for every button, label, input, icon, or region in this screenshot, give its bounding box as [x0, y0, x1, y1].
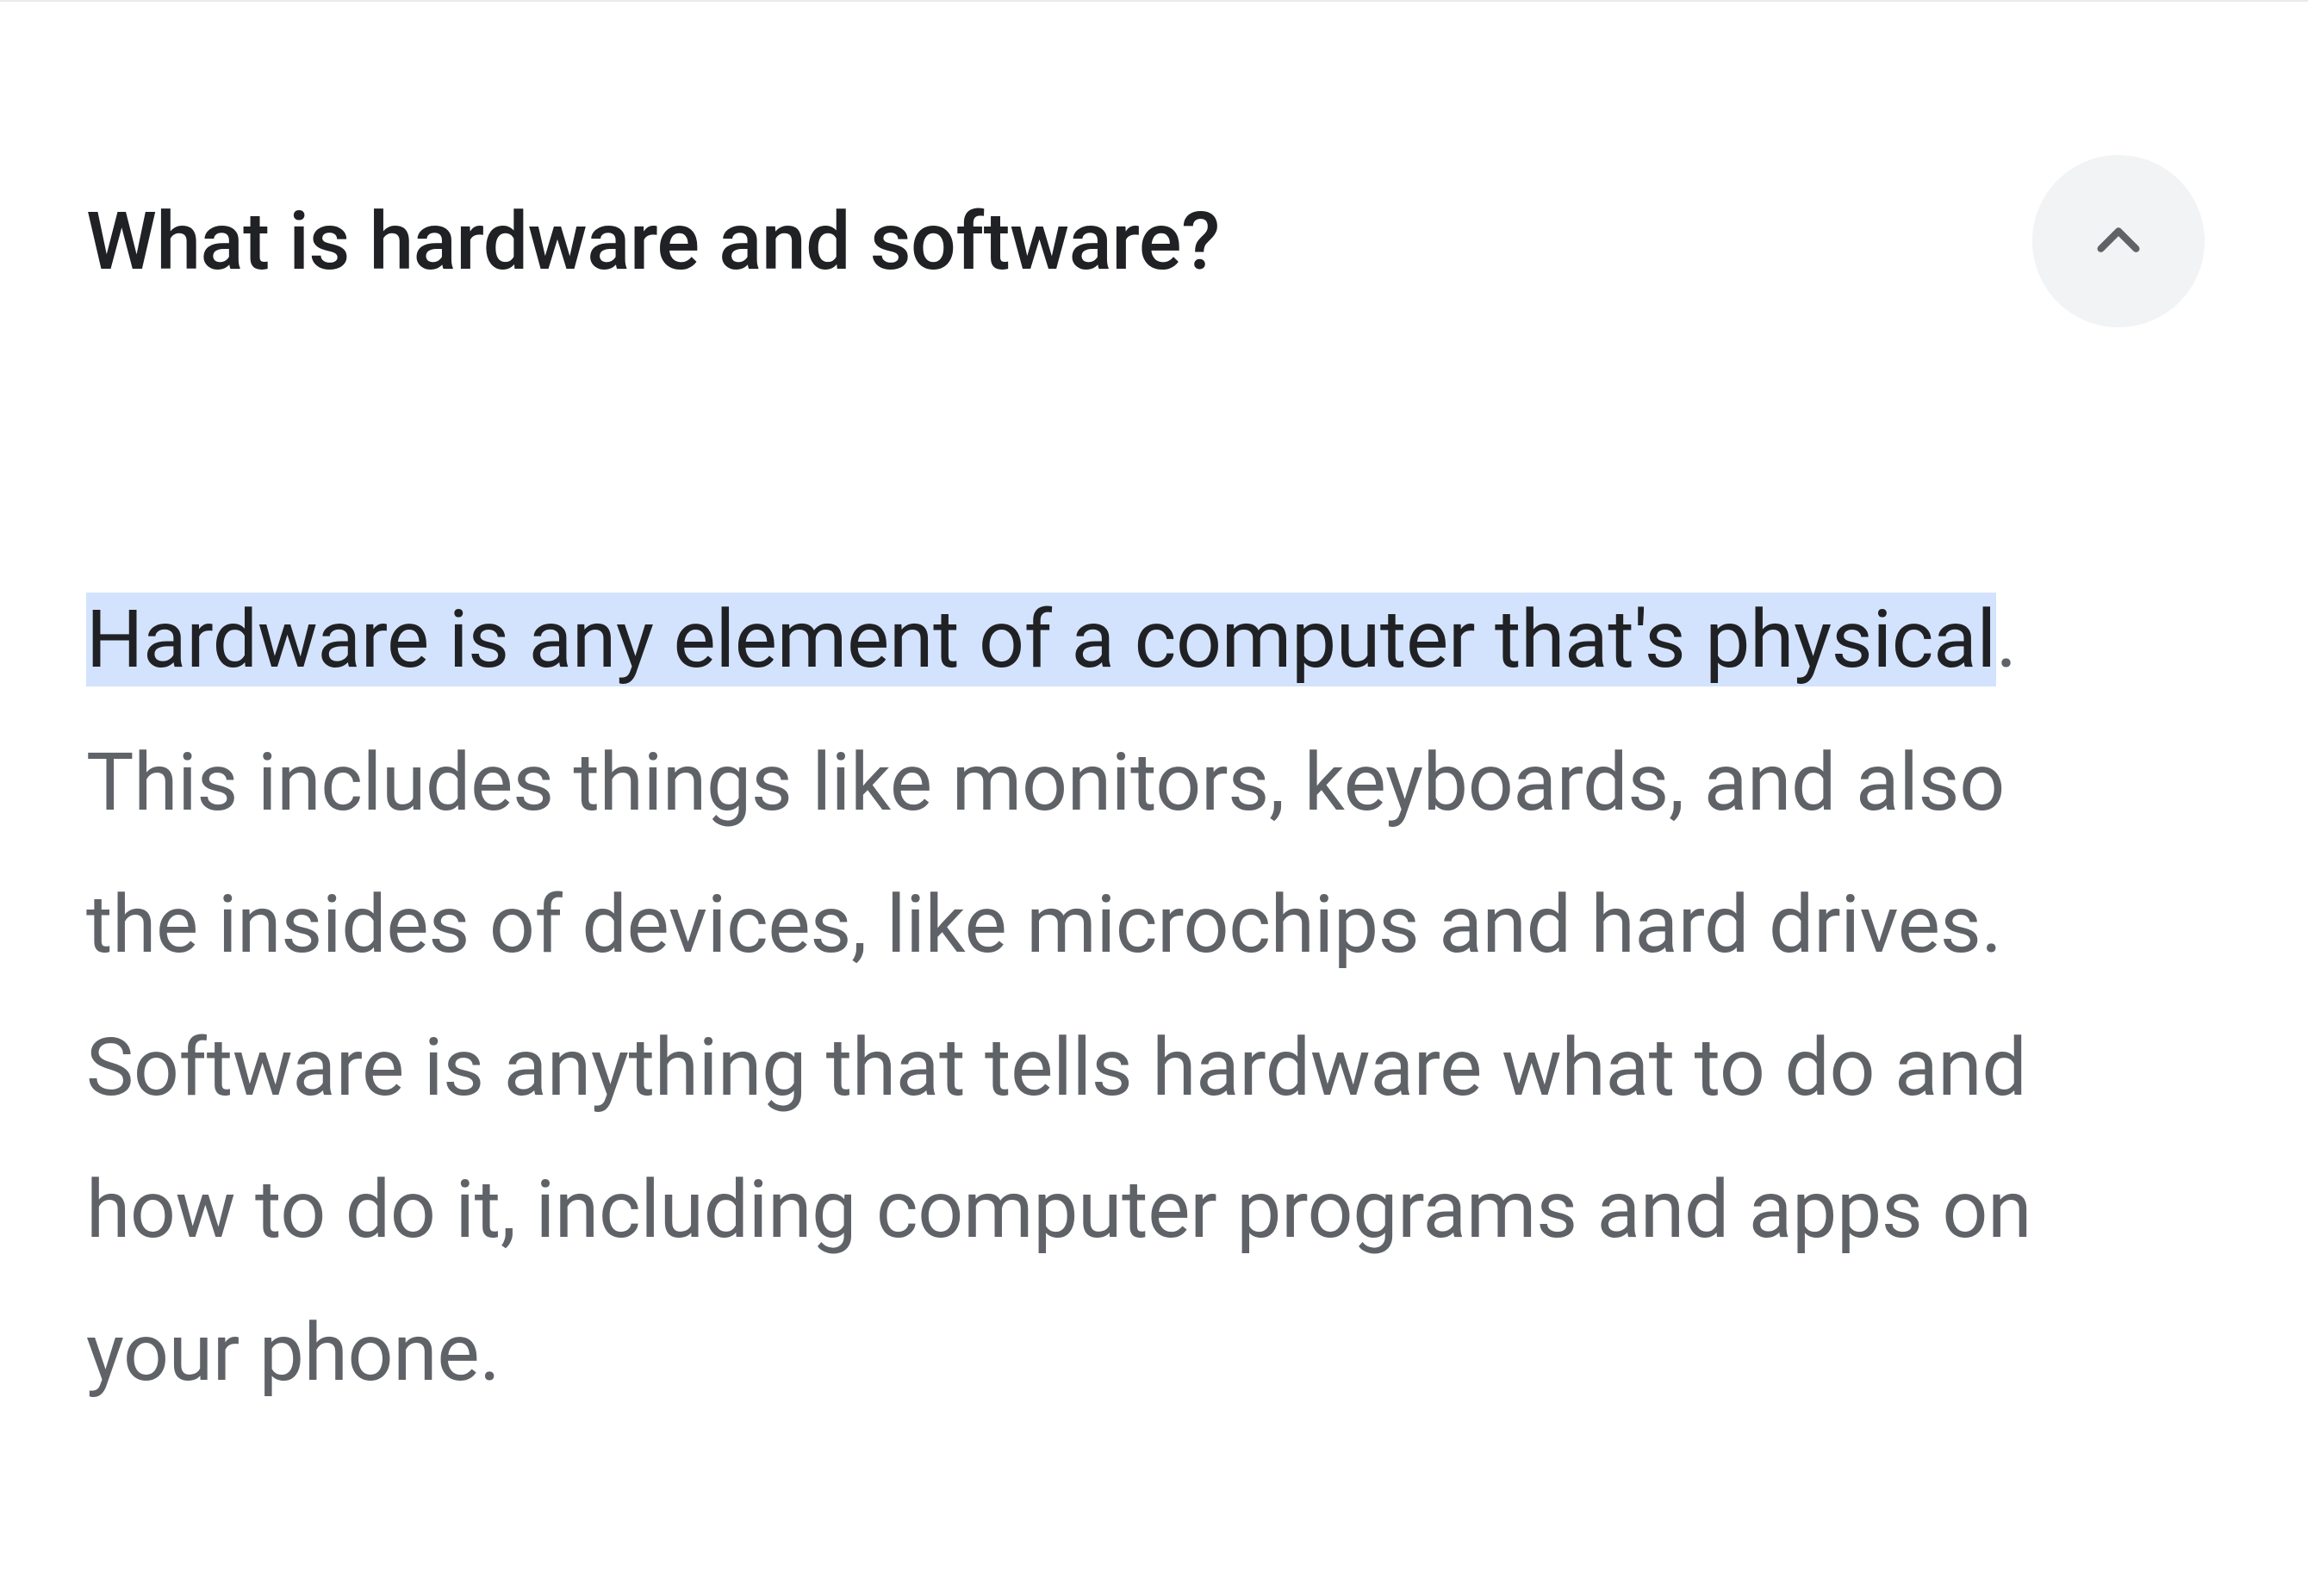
answer-highlighted-text: Hardware is any element of a computer th… [86, 593, 1996, 686]
collapse-button[interactable] [2032, 155, 2205, 327]
faq-question: What is hardware and software? [86, 195, 1220, 289]
faq-item: What is hardware and software? Hardware … [0, 0, 2308, 1510]
faq-answer: Hardware is any element of a computer th… [86, 568, 2222, 1424]
faq-header[interactable]: What is hardware and software? [86, 155, 2222, 327]
chevron-up-icon [2088, 211, 2149, 271]
answer-rest-text: . This includes things like monitors, ke… [86, 593, 2031, 1400]
top-divider [0, 0, 2308, 2]
